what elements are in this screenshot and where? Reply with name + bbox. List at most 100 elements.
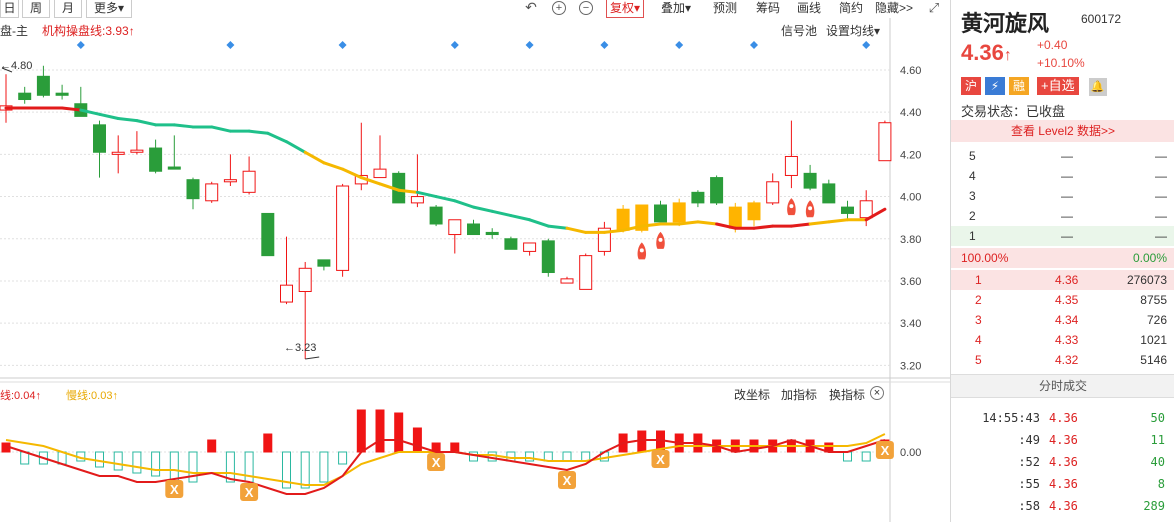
macd-bar [207, 439, 217, 453]
slow-line-value: 慢线:0.03 [66, 390, 113, 402]
candle-body [261, 212, 275, 257]
order-ratio-bar: 100.00% 0.00% [951, 248, 1174, 268]
fuquan-dropdown[interactable]: 复权▾ [606, 0, 645, 18]
ops-line-value: 机构操盘线:3.93 [42, 24, 129, 38]
undo-icon[interactable]: ↶ [524, 0, 538, 15]
switch-indicator-button[interactable]: 换指标 [829, 386, 865, 403]
candle-body [541, 240, 555, 274]
last-price-value: 4.36 [961, 40, 1004, 65]
ops-line-segment [565, 226, 588, 234]
draw-line-button[interactable]: 画线 [797, 0, 821, 17]
candle-body [55, 92, 69, 96]
macd-bar [132, 451, 142, 474]
tick-row: :55 4.36 8 [951, 474, 1174, 494]
tab-more-label: 更多 [93, 1, 118, 15]
candle-body [672, 202, 686, 223]
sell-row: 5 — — [951, 146, 1174, 166]
change-axis-button[interactable]: 改坐标 [734, 386, 770, 403]
buy-level: 4 [975, 333, 982, 347]
candle-body [504, 238, 518, 250]
sell-level: 1 [969, 229, 976, 243]
ops-line-segment [60, 106, 83, 112]
tick-volume: 50 [1150, 411, 1165, 425]
x-badge-label: X [881, 443, 890, 458]
sub-tick-label: 0.00 [900, 447, 921, 459]
tab-day[interactable]: 日 [0, 0, 19, 18]
price-change-pct: +10.10% [1037, 56, 1085, 70]
candle-body [186, 179, 200, 200]
bell-icon[interactable]: 🔔 [1088, 78, 1107, 96]
macd-bar [375, 409, 385, 453]
tab-month[interactable]: 月 [54, 0, 82, 18]
x-badge-label: X [245, 485, 254, 500]
ops-line-segment [528, 218, 550, 228]
candle-body [878, 122, 892, 162]
tab-week[interactable]: 周 [22, 0, 50, 18]
buy-price: 4.33 [1055, 333, 1079, 347]
ops-line-segment [172, 123, 195, 129]
set-ma-label: 设置均线 [826, 24, 875, 38]
macd-bar [169, 451, 179, 483]
buy-row: 4 4.33 1021 [951, 330, 1174, 350]
ops-line-segment [509, 214, 532, 222]
tab-more[interactable]: 更多▾ [86, 0, 132, 18]
kline-chart[interactable]: 4.60 4.40 4.20 4.00 3.80 3.60 3.40 3.20 0.00 X X X X… [0, 0, 950, 522]
sell-level: 4 [969, 169, 976, 183]
macd-bar [637, 430, 647, 453]
ticks-title[interactable]: 分时成交 [951, 374, 1174, 398]
sell-level: 2 [969, 209, 976, 223]
ops-line-segment [472, 205, 494, 213]
chips-button[interactable]: 筹码 [756, 0, 780, 17]
price-tick-label: 4.40 [900, 107, 921, 119]
buy-price: 4.34 [1055, 313, 1079, 327]
up-arrow-icon: ↑ [128, 24, 135, 38]
signal-diamond [338, 41, 347, 49]
macd-bar [487, 451, 497, 462]
price-tick-label: 4.20 [900, 149, 921, 161]
simple-button[interactable]: 简约 [839, 0, 863, 17]
candle-body [467, 223, 480, 236]
add-watchlist-button[interactable]: +自选 [1037, 77, 1079, 95]
signal-diamond [76, 41, 85, 49]
buy-row: 3 4.34 726 [951, 310, 1174, 330]
trade-status: 交易状态：已收盘 [961, 104, 1066, 119]
macd-bar [450, 442, 460, 453]
rocket-window [658, 237, 663, 242]
signal-diamond [675, 41, 684, 49]
ops-line-segment [602, 228, 625, 234]
tick-row: :58 4.36 289 [951, 496, 1174, 516]
buy-volume: 276073 [1126, 273, 1167, 287]
ops-line-segment [341, 167, 363, 180]
forecast-button[interactable]: 预测 [713, 0, 737, 17]
macd-bar [394, 412, 404, 453]
zoom-out-icon[interactable]: − [579, 1, 593, 15]
macd-bar [300, 451, 310, 489]
candle-body [859, 200, 873, 219]
expand-icon[interactable]: ⤢ [927, 1, 941, 15]
chevron-down-icon: ▾ [117, 1, 125, 15]
close-icon[interactable]: × [870, 386, 884, 400]
rocket-window [639, 248, 644, 253]
candle-body [36, 75, 50, 96]
ops-line-segment [415, 190, 438, 199]
tick-volume: 40 [1150, 455, 1165, 469]
add-indicator-button[interactable]: 加指标 [781, 386, 817, 403]
candle-body [616, 208, 630, 231]
buy-level: 5 [975, 353, 982, 367]
sell-volume: — [1155, 229, 1167, 243]
signal-pool-button[interactable]: 信号池 [781, 22, 817, 39]
candle-body [280, 284, 293, 303]
sell-volume: — [1155, 189, 1167, 203]
sell-price: — [1061, 229, 1073, 243]
macd-bar [113, 451, 123, 471]
candle-body [336, 185, 350, 271]
set-ma-button[interactable]: 设置均线▾ [826, 22, 880, 39]
candle-body [803, 172, 817, 189]
overlay-dropdown[interactable]: 叠加▾ [661, 0, 691, 17]
hide-button[interactable]: 隐藏>> [875, 0, 913, 17]
chart-area[interactable]: 4.60 4.40 4.20 4.00 3.80 3.60 3.40 3.20 0.00 X X X X… [0, 0, 950, 522]
ops-line-segment [135, 119, 158, 127]
zoom-in-icon[interactable]: + [552, 1, 566, 15]
level2-link[interactable]: 查看 Level2 数据>> [951, 120, 1174, 142]
candle-body [560, 278, 574, 284]
